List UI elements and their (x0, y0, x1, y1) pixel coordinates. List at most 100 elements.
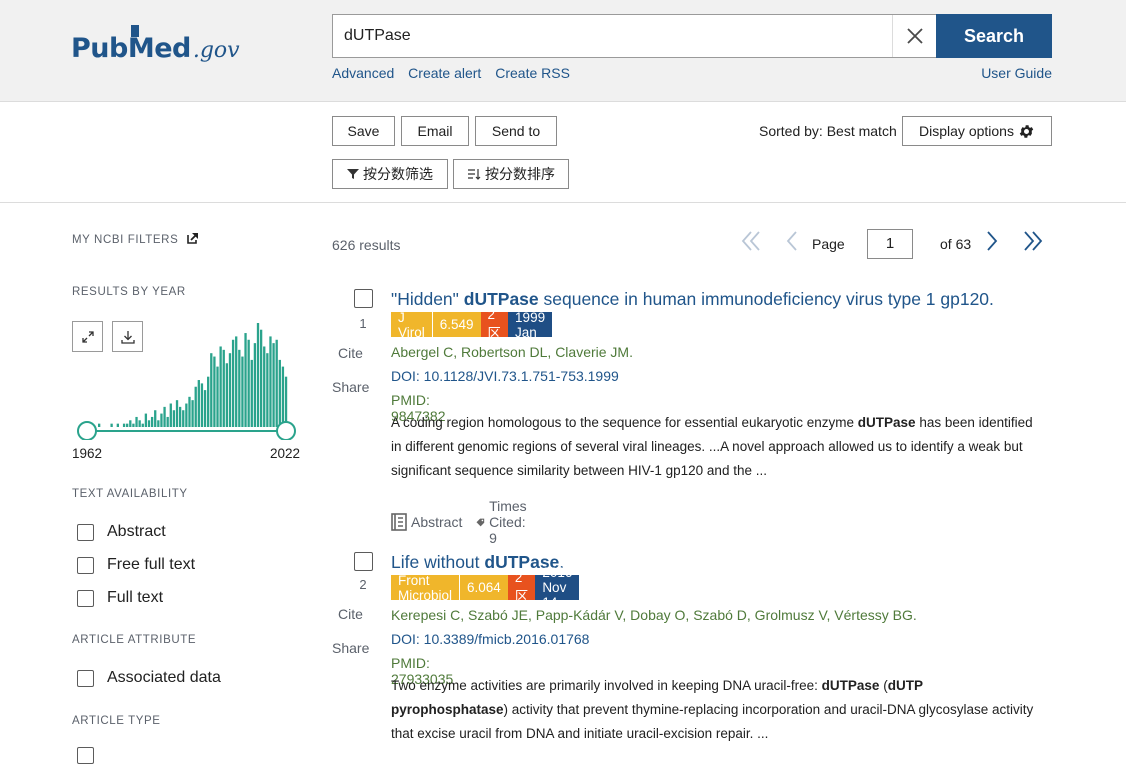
year-bar[interactable] (216, 366, 219, 427)
year-bar[interactable] (222, 349, 225, 427)
year-bar[interactable] (144, 413, 148, 427)
year-bar[interactable] (166, 416, 169, 427)
year-bar[interactable] (228, 353, 232, 427)
next-page-icon[interactable] (984, 229, 1000, 253)
save-button[interactable]: Save (332, 116, 395, 146)
search-button[interactable]: Search (936, 14, 1052, 58)
year-bar[interactable] (197, 380, 200, 427)
filter-by-score-button[interactable]: 按分数筛选 (332, 159, 448, 189)
year-bar[interactable] (194, 386, 197, 427)
sort-by-score-button[interactable]: 按分数排序 (453, 159, 569, 189)
pubmed-logo[interactable]: Pub Med .gov (71, 14, 240, 62)
year-bar[interactable] (235, 336, 238, 427)
my-ncbi-filters-heading[interactable]: MY NCBI FILTERS (72, 232, 199, 246)
share-button[interactable]: Share (332, 640, 369, 656)
year-bar[interactable] (266, 353, 269, 427)
year-bar[interactable] (269, 336, 272, 427)
year-bar[interactable] (157, 420, 160, 427)
year-bar[interactable] (185, 403, 188, 427)
create-rss-link[interactable]: Create RSS (495, 65, 570, 81)
year-bar[interactable] (129, 420, 132, 427)
send-to-button[interactable]: Send to (475, 116, 557, 146)
year-bar[interactable] (116, 423, 119, 427)
year-bar[interactable] (141, 423, 144, 427)
filter-associated-data[interactable]: Associated data (77, 669, 221, 687)
year-bar[interactable] (178, 406, 182, 427)
search-input[interactable] (333, 16, 888, 56)
article-title-link[interactable]: Life without dUTPase. (391, 552, 564, 573)
filter-full-text[interactable]: Full text (77, 589, 163, 607)
year-bar[interactable] (272, 343, 275, 427)
year-bar[interactable] (284, 376, 288, 427)
cite-button[interactable]: Cite (332, 606, 369, 622)
year-bar[interactable] (98, 423, 101, 427)
year-bar[interactable] (225, 363, 229, 427)
year-bar[interactable] (278, 359, 281, 427)
create-alert-link[interactable]: Create alert (408, 65, 481, 81)
clear-search-button[interactable] (892, 15, 936, 57)
year-bar[interactable] (253, 343, 257, 427)
year-bar[interactable] (160, 413, 163, 427)
year-bar[interactable] (175, 400, 179, 427)
year-bar[interactable] (219, 346, 222, 427)
year-bar[interactable] (182, 410, 185, 427)
year-bar[interactable] (213, 356, 216, 427)
article-title-link[interactable]: "Hidden" dUTPase sequence in human immun… (391, 289, 994, 310)
results-by-year-chart[interactable] (72, 322, 302, 440)
year-slider-end-handle[interactable] (276, 421, 296, 440)
year-bar[interactable] (250, 359, 253, 427)
year-bar[interactable] (200, 383, 204, 427)
year-bar[interactable] (231, 339, 235, 427)
year-bar[interactable] (244, 333, 247, 427)
advanced-link[interactable]: Advanced (332, 65, 394, 81)
year-bar[interactable] (126, 423, 129, 427)
filter-abstract[interactable]: Abstract (77, 523, 166, 541)
sorted-by-label[interactable]: Sorted by: Best match (759, 123, 897, 139)
page-number-input[interactable]: 1 (867, 229, 913, 259)
year-bar[interactable] (132, 423, 135, 427)
year-bar[interactable] (275, 339, 278, 427)
free-full-text-checkbox[interactable] (77, 556, 94, 574)
year-slider-start-handle[interactable] (77, 421, 97, 440)
year-bar[interactable] (188, 396, 191, 427)
year-bar[interactable] (241, 356, 244, 427)
year-bar[interactable] (203, 390, 207, 427)
year-bar[interactable] (138, 420, 141, 427)
year-bar[interactable] (172, 410, 176, 427)
year-bar[interactable] (263, 346, 266, 427)
year-bar[interactable] (210, 353, 213, 427)
email-button[interactable]: Email (401, 116, 469, 146)
full-text-checkbox[interactable] (77, 589, 94, 607)
year-bar[interactable] (150, 416, 154, 427)
previous-page-icon[interactable] (784, 229, 800, 253)
year-bar[interactable] (147, 420, 151, 427)
abstract-checkbox[interactable] (77, 523, 94, 541)
year-bar[interactable] (169, 403, 172, 427)
select-article-checkbox[interactable] (354, 289, 373, 308)
share-button[interactable]: Share (332, 379, 369, 395)
filter-free-full-text[interactable]: Free full text (77, 556, 195, 574)
cite-button[interactable]: Cite (332, 345, 369, 361)
year-bar[interactable] (135, 416, 138, 427)
user-guide-link[interactable]: User Guide (981, 65, 1052, 81)
last-page-icon[interactable] (1021, 229, 1045, 253)
display-options-button[interactable]: Display options (902, 116, 1052, 146)
select-article-checkbox[interactable] (354, 552, 373, 571)
year-bar[interactable] (238, 349, 241, 427)
associated-data-checkbox[interactable] (77, 669, 94, 687)
year-bar[interactable] (247, 339, 250, 427)
year-bar[interactable] (122, 423, 126, 427)
article-doi-link[interactable]: DOI: 10.1128/JVI.73.1.751-753.1999 (391, 368, 619, 384)
year-bar[interactable] (191, 400, 194, 427)
article-doi-link[interactable]: DOI: 10.3389/fmicb.2016.01768 (391, 631, 589, 647)
year-bar[interactable] (154, 410, 157, 427)
first-page-icon[interactable] (739, 229, 763, 253)
year-bar[interactable] (110, 423, 113, 427)
article-type-checkbox[interactable] (77, 747, 94, 764)
year-bar[interactable] (163, 406, 166, 427)
abstract-toggle[interactable]: Abstract (391, 513, 462, 531)
year-bar[interactable] (207, 376, 210, 427)
year-bar[interactable] (281, 366, 285, 427)
year-bar[interactable] (259, 329, 263, 427)
year-bar[interactable] (256, 323, 260, 427)
